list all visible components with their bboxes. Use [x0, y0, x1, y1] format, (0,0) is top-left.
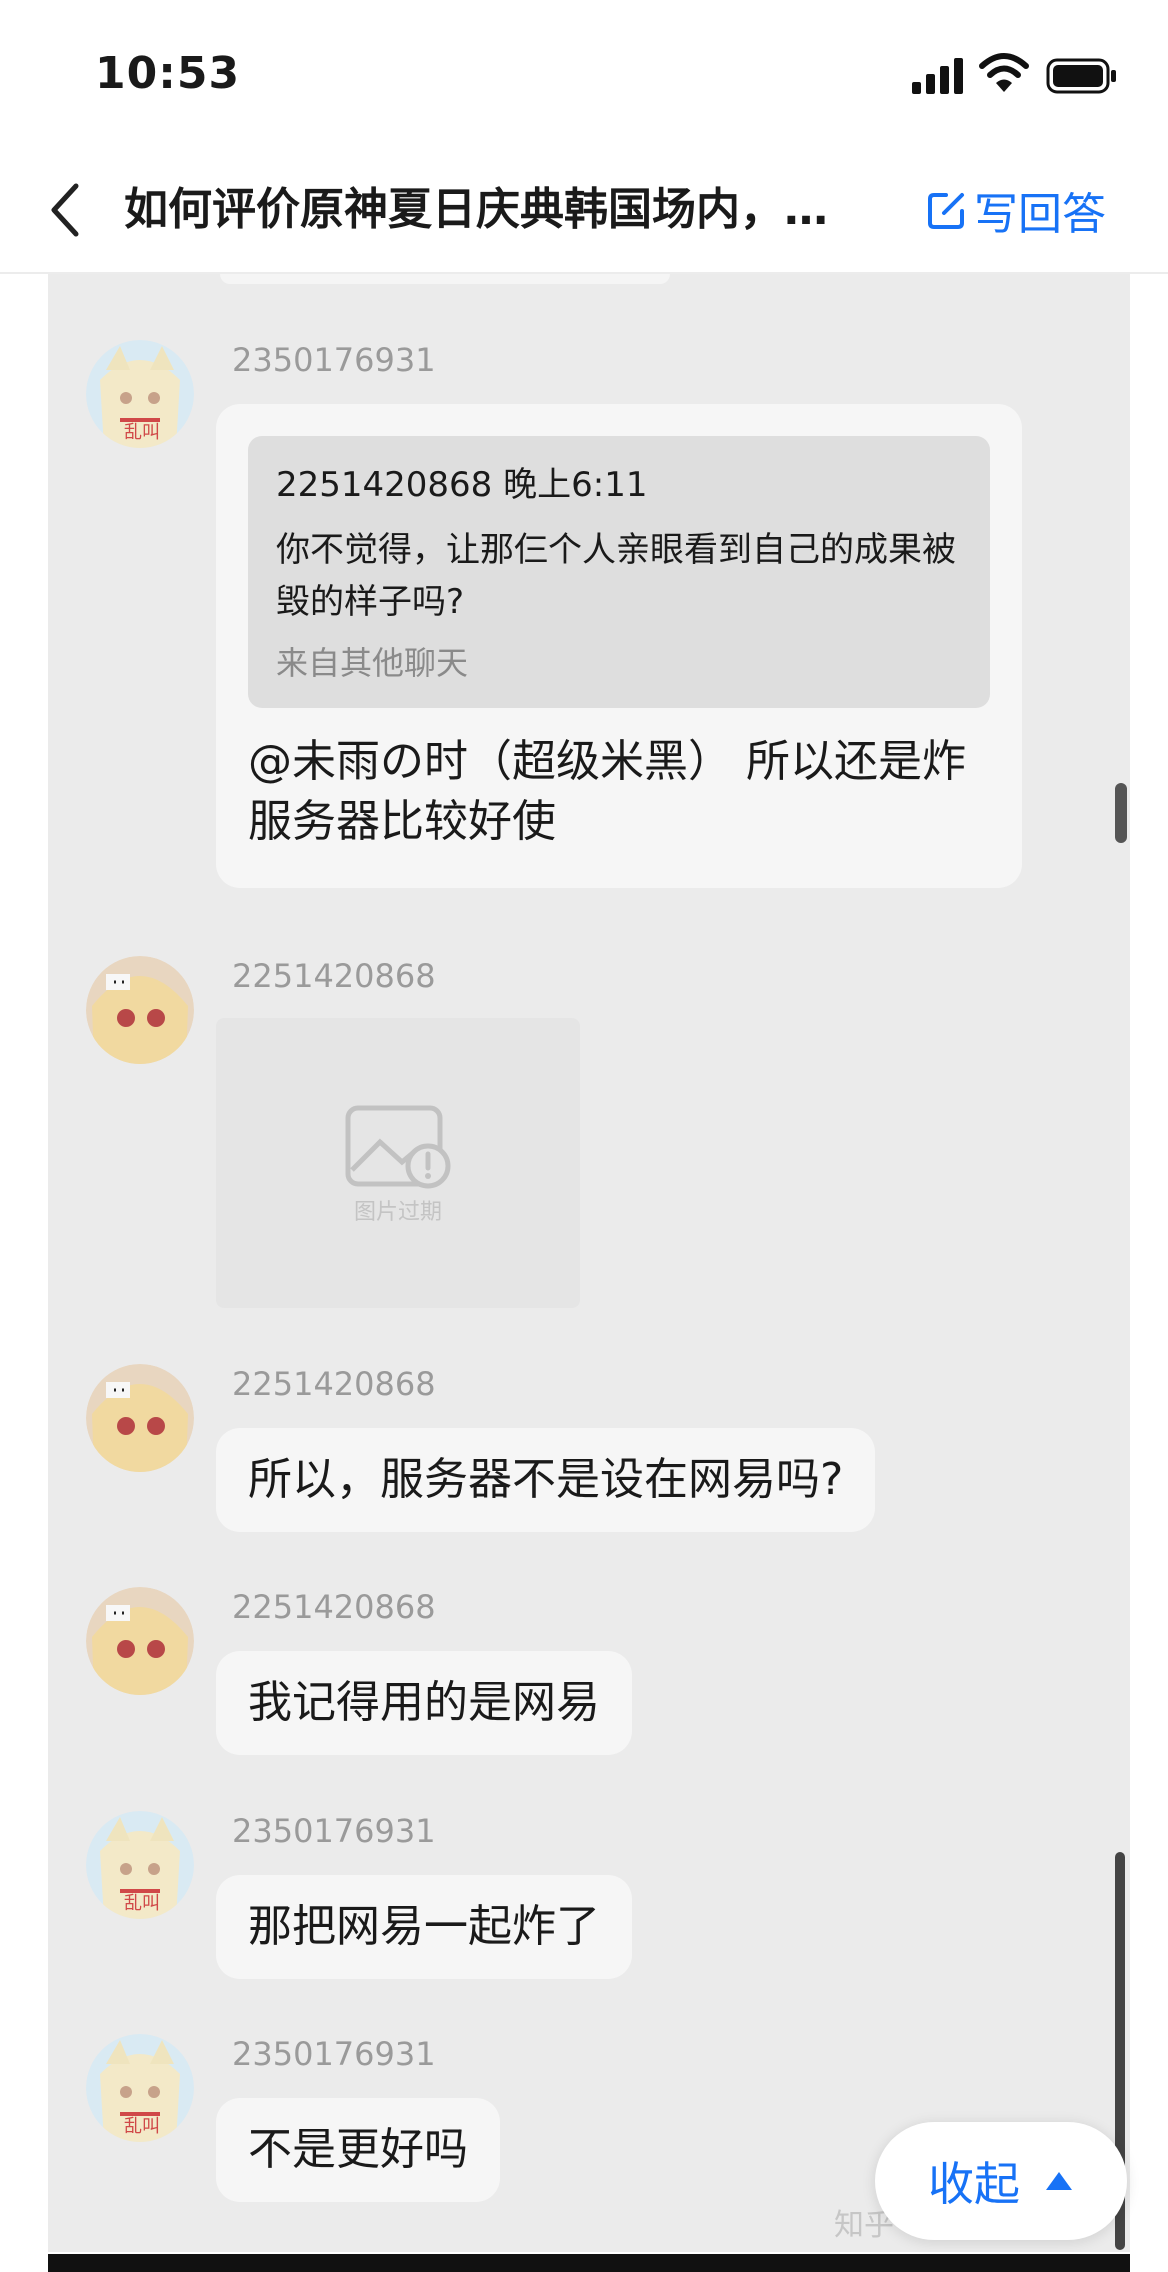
message-bubble[interactable]: 不是更好吗	[216, 2098, 500, 2202]
chevron-up-icon	[1046, 2172, 1072, 2190]
signal-icon	[912, 58, 963, 94]
message-bubble[interactable]: 我记得用的是网易	[216, 1651, 632, 1755]
avatar[interactable]	[86, 956, 194, 1064]
status-time: 10:53	[95, 48, 241, 99]
sender-name: 2350176931	[232, 2035, 436, 2073]
avatar[interactable]	[86, 1587, 194, 1695]
image-expired-label: 图片过期	[353, 1200, 442, 1225]
status-bar: 10:53	[0, 0, 1168, 150]
write-answer-button[interactable]: 写回答	[926, 178, 1106, 242]
avatar[interactable]	[86, 1364, 194, 1472]
previous-bubble-edge	[220, 274, 670, 284]
write-answer-label: 写回答	[974, 189, 1106, 240]
avatar[interactable]: 乱叫	[86, 340, 194, 448]
message-bubble[interactable]: 那把网易一起炸了	[216, 1875, 632, 1979]
svg-text:乱叫: 乱叫	[124, 2116, 160, 2137]
sender-name: 2251420868	[232, 1588, 436, 1626]
message-bubble[interactable]: 2251420868 晚上6:11 你不觉得，让那仨个人亲眼看到自己的成果被毁的…	[216, 404, 1022, 888]
sender-name: 2350176931	[232, 341, 436, 379]
quote-header: 2251420868 晚上6:11	[276, 465, 648, 505]
message-bubble[interactable]: 所以，服务器不是设在网易吗?	[216, 1428, 876, 1532]
quote-source: 来自其他聊天	[276, 644, 469, 682]
inner-scrollbar[interactable]	[1115, 783, 1127, 843]
sender-name: 2350176931	[232, 1812, 436, 1850]
svg-text:乱叫: 乱叫	[124, 1893, 160, 1914]
avatar[interactable]: 乱叫	[86, 2034, 194, 2142]
sender-name: 2251420868	[232, 957, 436, 995]
quote-text: 你不觉得，让那仨个人亲眼看到自己的成果被毁的样子吗?	[276, 530, 956, 622]
message-text: @未雨の时（超级米黑） 所以还是炸服务器比较好使	[248, 736, 966, 847]
chat-area[interactable]: 乱叫 2350176931 2251420868 晚上6:11 你不觉得，让那仨…	[48, 274, 1130, 2252]
collapse-button[interactable]: 收起	[875, 2122, 1127, 2240]
quoted-message[interactable]: 2251420868 晚上6:11 你不觉得，让那仨个人亲眼看到自己的成果被毁的…	[248, 436, 990, 708]
expired-image[interactable]: 图片过期	[216, 1018, 580, 1308]
image-expired-icon	[345, 1105, 451, 1189]
wifi-icon	[979, 53, 1029, 92]
question-title[interactable]: 如何评价原神夏日庆典韩国场内，…	[124, 178, 864, 242]
bottom-bar	[48, 2254, 1130, 2272]
back-icon[interactable]	[46, 180, 86, 240]
svg-text:乱叫: 乱叫	[124, 422, 160, 443]
nav-bar: 如何评价原神夏日庆典韩国场内，… 写回答	[0, 150, 1168, 274]
sender-name: 2251420868	[232, 1365, 436, 1403]
battery-icon	[1046, 58, 1116, 94]
avatar[interactable]: 乱叫	[86, 1811, 194, 1919]
edit-icon	[928, 193, 964, 229]
collapse-label: 收起	[928, 2157, 1020, 2211]
